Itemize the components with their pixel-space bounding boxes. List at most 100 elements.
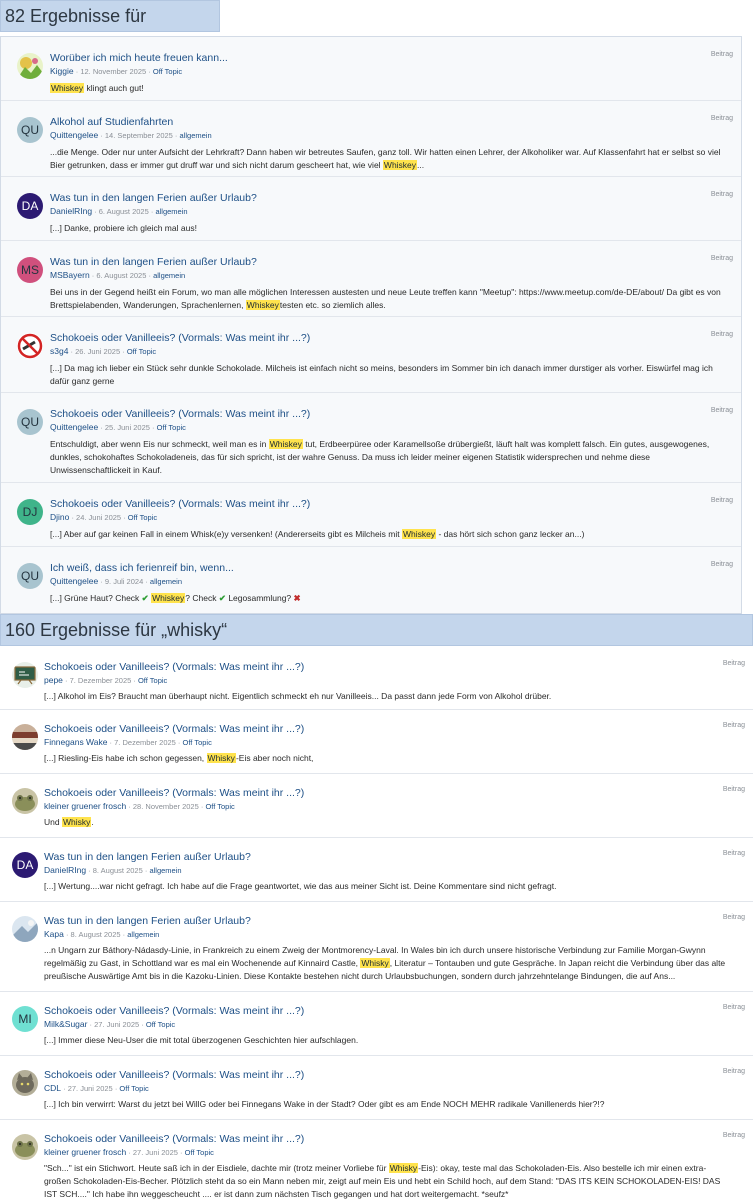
avatar[interactable] — [12, 1070, 38, 1096]
thread-title-link[interactable]: Alkohol auf Studienfahrten — [50, 116, 173, 128]
thread-title-link[interactable]: Was tun in den langen Ferien außer Urlau… — [44, 851, 251, 863]
thread-title-link[interactable]: Schokoeis oder Vanilleeis? (Vormals: Was… — [44, 1005, 304, 1017]
thread-title-link[interactable]: Was tun in den langen Ferien außer Urlau… — [50, 256, 257, 268]
avatar[interactable]: DA — [17, 193, 43, 219]
chalkboard-avatar-icon — [12, 662, 38, 688]
meta-separator: · — [62, 676, 70, 685]
forum-link[interactable]: Off Topic — [205, 802, 234, 811]
author-link[interactable]: MSBayern — [50, 270, 90, 280]
result-type-label: Beitrag — [722, 660, 745, 667]
thread-title-link[interactable]: Schokoeis oder Vanilleeis? (Vormals: Was… — [50, 498, 310, 510]
author-link[interactable]: Quittengelee — [50, 422, 98, 432]
avatar[interactable] — [12, 724, 38, 750]
avatar-initials: DA — [16, 858, 34, 872]
avatar[interactable] — [12, 662, 38, 688]
author-link[interactable]: Djino — [50, 512, 69, 522]
meta-separator: · — [143, 577, 150, 586]
thread-title-link[interactable]: Schokoeis oder Vanilleeis? (Vormals: Was… — [44, 1069, 304, 1081]
forum-link[interactable]: allgemein — [149, 866, 181, 875]
forum-link[interactable]: Off Topic — [119, 1084, 148, 1093]
author-link[interactable]: kleiner gruener frosch — [44, 1147, 126, 1157]
result-snippet: [...] Danke, probiere ich gleich mal aus… — [50, 222, 727, 235]
author-link[interactable]: CDL — [44, 1083, 61, 1093]
thread-title-link[interactable]: Schokoeis oder Vanilleeis? (Vormals: Was… — [44, 661, 304, 673]
search-result: DJ Schokoeis oder Vanilleeis? (Vormals: W… — [1, 483, 741, 547]
snippet-text: . — [91, 817, 94, 827]
section-heading: 82 Ergebnisse für „whiskey“ — [0, 0, 220, 56]
result-meta: kleiner gruener frosch · 28. November 20… — [44, 801, 235, 811]
search-result: Was tun in den langen Ferien außer Urlau… — [0, 902, 753, 992]
thread-title-link[interactable]: Was tun in den langen Ferien außer Urlau… — [44, 915, 251, 927]
author-link[interactable]: Kiggie — [50, 66, 74, 76]
thread-title-link[interactable]: Schokoeis oder Vanilleeis? (Vormals: Was… — [50, 408, 310, 420]
result-snippet: [...] Immer diese Neu-User die mit total… — [44, 1034, 733, 1047]
forum-link[interactable]: Off Topic — [138, 676, 167, 685]
thread-title-link[interactable]: Schokoeis oder Vanilleeis? (Vormals: Was… — [44, 787, 304, 799]
avatar[interactable] — [12, 1134, 38, 1160]
avatar[interactable]: QU — [17, 563, 43, 589]
avatar[interactable]: MS — [17, 257, 43, 283]
search-term-highlight: Whiskey — [151, 593, 186, 603]
snippet-text: ... — [417, 160, 425, 170]
author-link[interactable]: Quittengelee — [50, 130, 98, 140]
search-result: Schokoeis oder Vanilleeis? (Vormals: Was… — [0, 1056, 753, 1120]
author-link[interactable]: Milk&Sugar — [44, 1019, 87, 1029]
avatar[interactable] — [17, 333, 43, 359]
forum-link[interactable]: Off Topic — [128, 513, 157, 522]
author-link[interactable]: Kapa — [44, 929, 64, 939]
forum-link[interactable]: Off Topic — [157, 423, 186, 432]
forum-link[interactable]: allgemein — [150, 577, 182, 586]
result-meta: s3g4 · 26. Juni 2025 · Off Topic — [50, 346, 156, 356]
author-link[interactable]: DanielRIng — [50, 206, 92, 216]
thread-title-link[interactable]: Worüber ich mich heute freuen kann... — [50, 52, 228, 64]
forum-link[interactable]: Off Topic — [153, 67, 182, 76]
avatar[interactable] — [12, 788, 38, 814]
result-snippet: [...] Da mag ich lieber ein Stück sehr d… — [50, 362, 727, 388]
thread-title-link[interactable]: Schokoeis oder Vanilleeis? (Vormals: Was… — [44, 1133, 304, 1145]
author-link[interactable]: s3g4 — [50, 346, 68, 356]
author-link[interactable]: Quittengelee — [50, 576, 98, 586]
forum-link[interactable]: allgemein — [180, 131, 212, 140]
avatar[interactable] — [12, 916, 38, 942]
result-type-label: Beitrag — [710, 497, 733, 504]
result-meta: Quittengelee · 14. September 2025 · allg… — [50, 130, 212, 140]
snippet-text: - das hört sich schon ganz lecker an...) — [436, 529, 585, 539]
thread-title-link[interactable]: Schokoeis oder Vanilleeis? (Vormals: Was… — [50, 332, 310, 344]
thread-title-link[interactable]: Was tun in den langen Ferien außer Urlau… — [50, 192, 257, 204]
meta-separator: · — [172, 131, 180, 140]
avatar[interactable]: QU — [17, 117, 43, 143]
forum-link[interactable]: Off Topic — [146, 1020, 175, 1029]
search-term-highlight: Whisky — [61, 817, 92, 827]
forum-link[interactable]: allgemein — [155, 207, 187, 216]
avatar[interactable]: DJ — [17, 499, 43, 525]
result-type-label: Beitrag — [710, 331, 733, 338]
meta-separator: · — [98, 577, 105, 586]
thread-title-link[interactable]: Schokoeis oder Vanilleeis? (Vormals: Was… — [44, 723, 304, 735]
avatar[interactable] — [17, 53, 43, 79]
results-list: Schokoeis oder Vanilleeis? (Vormals: Was… — [0, 648, 753, 1200]
author-link[interactable]: pepe — [44, 675, 63, 685]
author-link[interactable]: DanielRIng — [44, 865, 86, 875]
landscape-avatar-icon — [17, 53, 43, 79]
author-link[interactable]: kleiner gruener frosch — [44, 801, 126, 811]
meta-separator: · — [63, 930, 71, 939]
result-meta: Milk&Sugar · 27. Juni 2025 · Off Topic — [44, 1019, 175, 1029]
post-date: 6. August 2025 — [98, 207, 149, 216]
avatar[interactable]: MI — [12, 1006, 38, 1032]
forum-link[interactable]: Off Topic — [185, 1148, 214, 1157]
forum-link[interactable]: allgemein — [127, 930, 159, 939]
meta-separator: · — [61, 1084, 68, 1093]
search-term-highlight: Whiskey — [401, 529, 437, 539]
result-snippet: Bei uns in der Gegend heißt ein Forum, w… — [50, 286, 727, 312]
author-link[interactable]: Finnegans Wake — [44, 737, 107, 747]
meta-separator: · — [175, 738, 183, 747]
forum-link[interactable]: allgemein — [153, 271, 185, 280]
forum-link[interactable]: Off Topic — [183, 738, 212, 747]
avatar[interactable]: QU — [17, 409, 43, 435]
result-meta: Djino · 24. Juni 2025 · Off Topic — [50, 512, 157, 522]
search-term-highlight: Whiskey — [268, 439, 303, 449]
thread-title-link[interactable]: Ich weiß, dass ich ferienreif bin, wenn.… — [50, 562, 234, 574]
forum-link[interactable]: Off Topic — [127, 347, 156, 356]
avatar[interactable]: DA — [12, 852, 38, 878]
search-result: Schokoeis oder Vanilleeis? (Vormals: Was… — [0, 710, 753, 774]
